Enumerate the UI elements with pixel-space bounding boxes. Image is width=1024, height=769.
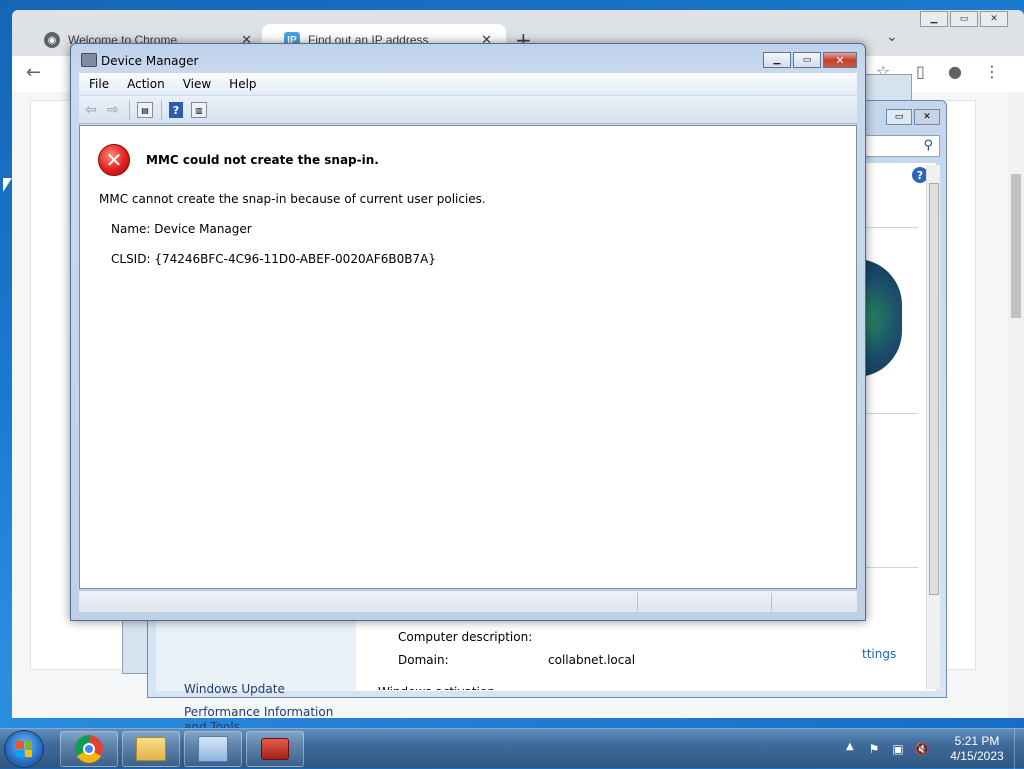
- minimize-button[interactable]: ▁: [763, 52, 791, 68]
- show-hidden-icons[interactable]: ▲: [846, 741, 854, 752]
- page-scrollbar[interactable]: [1008, 92, 1024, 718]
- windows-flag-icon: [16, 741, 32, 757]
- scrollbar-thumb[interactable]: [929, 183, 939, 595]
- system-tray: ▲ ⚑ ▣ 🔇 5:21 PM 4/15/2023: [842, 729, 1024, 769]
- taskbar-control-panel[interactable]: [184, 731, 242, 767]
- clock[interactable]: 5:21 PM 4/15/2023: [942, 734, 1012, 764]
- profile-icon[interactable]: ●: [948, 62, 962, 81]
- close-button[interactable]: ✕: [823, 52, 857, 68]
- menu-action[interactable]: Action: [127, 77, 165, 91]
- back-arrow-icon[interactable]: ⇦: [85, 102, 97, 118]
- error-text: MMC cannot create the snap-in because of…: [99, 192, 486, 206]
- toolbar: ⇦ ⇨ ▤ ? ▥: [79, 96, 857, 124]
- start-button[interactable]: [4, 730, 44, 768]
- device-manager-window: Device Manager ▁ ▭ ✕ File Action View He…: [70, 43, 866, 621]
- error-heading: MMC could not create the snap-in.: [146, 153, 379, 167]
- network-icon[interactable]: ▣: [890, 741, 906, 757]
- status-separator: [771, 593, 772, 611]
- maximize-button[interactable]: ▭: [793, 52, 821, 68]
- status-bar: [79, 590, 857, 612]
- minimize-button[interactable]: ▁: [920, 11, 948, 27]
- snap-in-content: ✕ MMC could not create the snap-in. MMC …: [79, 125, 857, 589]
- status-separator: [637, 593, 638, 611]
- change-settings-link[interactable]: ttings: [862, 647, 896, 661]
- taskbar-admin-tools[interactable]: [246, 731, 304, 767]
- panel-scrollbar[interactable]: [926, 165, 940, 689]
- toolbar-separator: [161, 100, 162, 120]
- show-desktop-button[interactable]: [1014, 729, 1024, 769]
- volume-muted-icon[interactable]: 🔇: [914, 741, 930, 757]
- taskbar-chrome[interactable]: [60, 731, 118, 767]
- maximize-button[interactable]: ▭: [950, 11, 978, 27]
- window-controls: ▁ ▭ ✕: [763, 52, 857, 68]
- scrollbar-thumb[interactable]: [1011, 174, 1021, 318]
- device-manager-icon: [81, 53, 97, 67]
- taskbar-explorer[interactable]: [122, 731, 180, 767]
- domain-value: collabnet.local: [548, 653, 636, 667]
- taskbar: ▲ ⚑ ▣ 🔇 5:21 PM 4/15/2023: [0, 728, 1024, 769]
- windows-activation-heading: Windows activation: [378, 685, 495, 690]
- window-controls: ▁ ▭ ✕: [920, 11, 1008, 27]
- windows-update-link[interactable]: Windows Update: [184, 682, 354, 697]
- restore-button[interactable]: ▭: [886, 109, 912, 125]
- error-icon: ✕: [98, 144, 130, 176]
- clock-time: 5:21 PM: [954, 734, 1000, 748]
- help-icon[interactable]: ?: [169, 102, 183, 118]
- menu-view[interactable]: View: [183, 77, 211, 91]
- chevron-down-icon[interactable]: ⌄: [886, 29, 898, 45]
- menu-help[interactable]: Help: [229, 77, 256, 91]
- chrome-icon: [75, 735, 103, 763]
- snap-in-name: Name: Device Manager: [111, 222, 252, 236]
- show-hide-console-tree-icon[interactable]: ▤: [137, 102, 153, 118]
- clock-date: 4/15/2023: [950, 749, 1004, 763]
- action-center-icon[interactable]: ⚑: [866, 741, 882, 757]
- menu-file[interactable]: File: [89, 77, 109, 91]
- toolbar-separator: [129, 100, 130, 120]
- show-action-pane-icon[interactable]: ▥: [191, 102, 207, 118]
- mouse-cursor: [3, 178, 12, 192]
- globe-icon: ◉: [44, 32, 60, 48]
- control-panel-icon: [198, 736, 228, 762]
- domain-label: Domain:: [398, 653, 449, 667]
- computer-description-label: Computer description:: [398, 630, 533, 644]
- folder-icon: [136, 737, 166, 761]
- snap-in-clsid: CLSID: {74246BFC-4C96-11D0-ABEF-0020AF6B…: [111, 252, 436, 266]
- search-icon: ⚲: [923, 138, 933, 153]
- close-button[interactable]: ✕: [980, 11, 1008, 27]
- toolbox-icon: [261, 738, 289, 760]
- back-icon[interactable]: ←: [26, 62, 41, 83]
- window-title: Device Manager: [101, 54, 199, 68]
- side-panel-icon[interactable]: ▯: [916, 62, 925, 81]
- menu-bar: File Action View Help: [79, 73, 857, 95]
- window-controls: ▭ ✕: [886, 109, 940, 125]
- forward-arrow-icon[interactable]: ⇨: [107, 102, 119, 118]
- close-button[interactable]: ✕: [914, 109, 940, 125]
- menu-icon[interactable]: ⋮: [984, 62, 1000, 81]
